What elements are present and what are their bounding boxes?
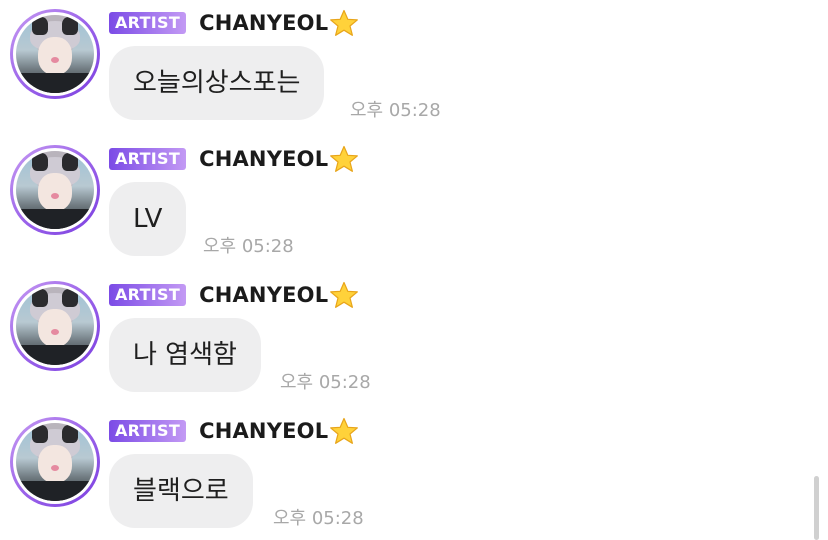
message-bubble[interactable]: 오늘의상스포는: [109, 46, 325, 120]
message-time: 오후 05:28: [350, 100, 441, 121]
message-header: ARTIST CHANYEOL: [109, 417, 359, 445]
message-bubble[interactable]: 나 염색함: [109, 318, 261, 392]
message-bubble[interactable]: 블랙으로: [109, 454, 253, 528]
message-time: 오후 05:28: [280, 372, 371, 393]
star-icon: [330, 417, 359, 444]
chat-thread: ARTIST CHANYEOL 오늘의상스포는 오후 05:28 ARTIST …: [0, 0, 828, 540]
artist-badge: ARTIST: [109, 148, 187, 170]
artist-badge: ARTIST: [109, 284, 187, 306]
message-header: ARTIST CHANYEOL: [109, 281, 359, 309]
sender-name[interactable]: CHANYEOL: [199, 11, 328, 35]
message-time: 오후 05:28: [203, 236, 294, 257]
avatar-photo: [16, 151, 94, 229]
chat-message: ARTIST CHANYEOL 블랙으로 오후 05:28: [0, 408, 828, 540]
avatar[interactable]: [10, 9, 100, 99]
message-header: ARTIST CHANYEOL: [109, 145, 359, 173]
artist-badge: ARTIST: [109, 12, 187, 34]
star-icon: [330, 281, 359, 308]
chat-message: ARTIST CHANYEOL LV 오후 05:28: [0, 136, 828, 272]
message-header: ARTIST CHANYEOL: [109, 9, 359, 37]
sender-name[interactable]: CHANYEOL: [199, 147, 328, 171]
avatar-photo: [16, 15, 94, 93]
artist-badge: ARTIST: [109, 420, 187, 442]
chat-message: ARTIST CHANYEOL 오늘의상스포는 오후 05:28: [0, 0, 828, 136]
message-time: 오후 05:28: [273, 508, 364, 529]
sender-name[interactable]: CHANYEOL: [199, 419, 328, 443]
avatar[interactable]: [10, 281, 100, 371]
star-icon: [330, 9, 359, 36]
star-icon: [330, 145, 359, 172]
sender-name[interactable]: CHANYEOL: [199, 283, 328, 307]
avatar[interactable]: [10, 417, 100, 507]
avatar[interactable]: [10, 145, 100, 235]
avatar-photo: [16, 287, 94, 365]
avatar-photo: [16, 423, 94, 501]
chat-message: ARTIST CHANYEOL 나 염색함 오후 05:28: [0, 272, 828, 408]
scrollbar[interactable]: [814, 476, 819, 540]
message-bubble[interactable]: LV: [109, 182, 187, 256]
